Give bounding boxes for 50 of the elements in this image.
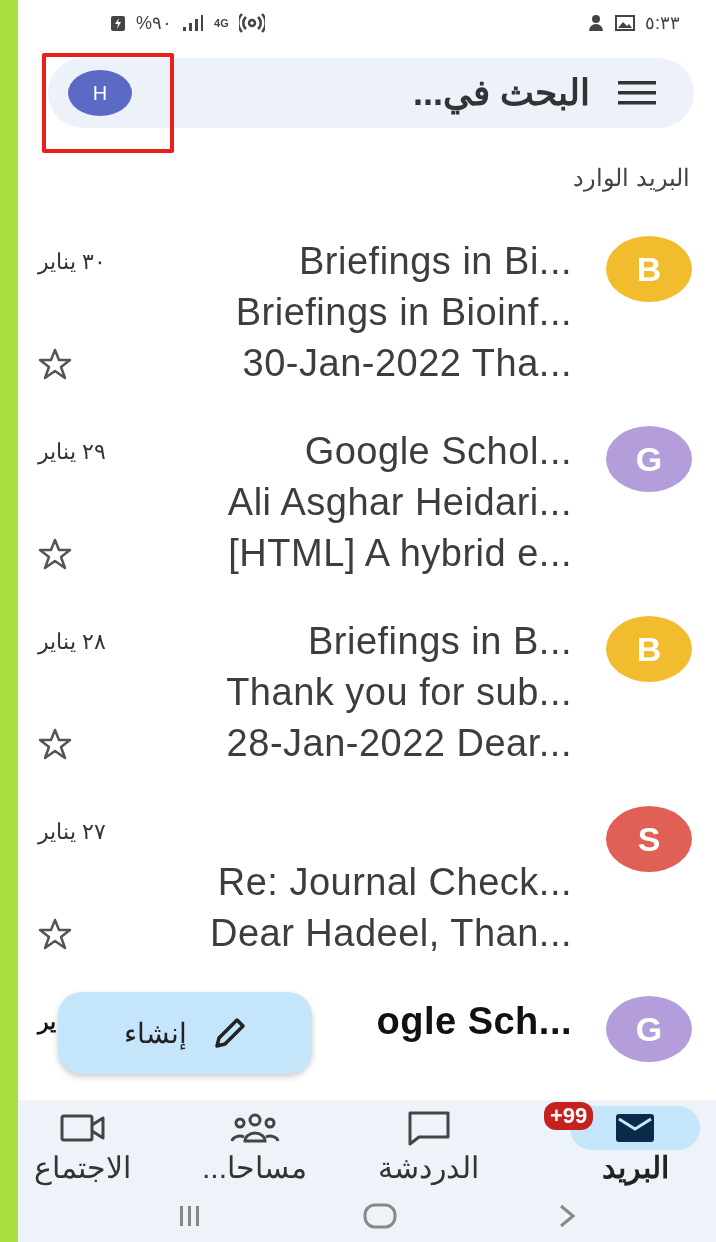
mail-icon xyxy=(615,1112,655,1143)
signal-icon xyxy=(182,15,204,31)
email-subject: Briefings in Bioinf... xyxy=(235,291,572,334)
sender-name: Briefings in B... xyxy=(307,620,572,663)
email-subject: Re: Journal Check... xyxy=(217,861,572,904)
star-icon[interactable] xyxy=(38,347,72,380)
email-date: ٢٧ يناير xyxy=(38,818,107,845)
menu-icon[interactable] xyxy=(618,81,656,105)
sender-avatar: G xyxy=(606,996,692,1062)
network-type: 4G xyxy=(214,17,229,29)
email-preview: Dear Hadeel, Than... xyxy=(209,912,572,955)
image-icon xyxy=(615,15,635,31)
battery-icon xyxy=(110,14,126,32)
star-icon[interactable] xyxy=(38,917,72,950)
email-subject: Thank you for sub... xyxy=(226,671,572,714)
email-preview: [HTML] A hybrid e... xyxy=(228,532,572,575)
nav-tab[interactable]: الاجتماع xyxy=(28,1101,138,1189)
people-icon xyxy=(229,1112,280,1143)
sender-name: ogle Sch... xyxy=(376,1000,572,1043)
email-preview: 28-Jan-2022 Dear... xyxy=(226,722,572,765)
search-placeholder: البحث في... xyxy=(413,72,590,114)
nav-tab[interactable]: مساحا... xyxy=(196,1101,314,1189)
sender-avatar: B xyxy=(606,236,692,302)
video-camera-icon xyxy=(59,1112,106,1143)
back-icon[interactable] xyxy=(557,1203,576,1229)
sender-avatar: G xyxy=(606,426,692,492)
chat-icon xyxy=(406,1109,451,1146)
sender-avatar: S xyxy=(606,806,692,872)
email-date: ٢٨ يناير xyxy=(38,628,107,655)
folder-label: البريد الوارد xyxy=(573,164,690,191)
email-date: ٣٠ يناير xyxy=(38,248,107,275)
account-avatar[interactable]: H xyxy=(68,70,132,116)
hotspot-icon xyxy=(238,12,265,34)
sender-name: Briefings in Bi... xyxy=(299,240,572,283)
nav-tab[interactable]: الدردشة xyxy=(372,1101,485,1189)
clock-time: ٥:٣٣ xyxy=(645,12,680,34)
star-icon[interactable] xyxy=(38,727,72,760)
home-icon[interactable] xyxy=(363,1203,397,1229)
pencil-icon xyxy=(212,1016,247,1050)
compose-button[interactable]: إنشاء xyxy=(58,992,312,1074)
unread-count-badge: 99+ xyxy=(544,1101,594,1130)
email-subject: Ali Asghar Heidari... xyxy=(227,481,572,524)
email-preview: 30-Jan-2022 Tha... xyxy=(242,342,572,385)
person-icon xyxy=(587,14,605,32)
sender-avatar: B xyxy=(606,616,692,682)
email-date: ٢٩ يناير xyxy=(38,438,107,465)
email-date: ير xyxy=(38,1008,56,1035)
sender-name: Google Schol... xyxy=(304,430,572,473)
battery-level: %٩٠ xyxy=(136,12,172,34)
star-icon[interactable] xyxy=(38,537,72,570)
